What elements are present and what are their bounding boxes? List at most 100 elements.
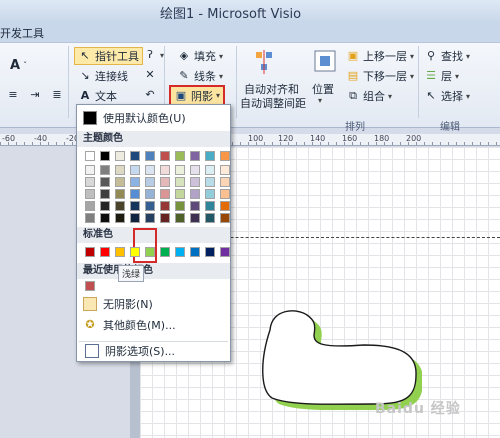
theme-color-swatch[interactable] bbox=[100, 151, 110, 161]
theme-color-swatch[interactable] bbox=[160, 201, 170, 211]
theme-color-swatch[interactable] bbox=[160, 165, 170, 175]
close-icon[interactable]: ✕ bbox=[143, 68, 157, 82]
rounded-shape[interactable] bbox=[252, 300, 422, 410]
theme-color-swatch[interactable] bbox=[190, 201, 200, 211]
theme-color-swatch[interactable] bbox=[175, 165, 185, 175]
theme-color-swatch[interactable] bbox=[175, 201, 185, 211]
theme-color-swatch[interactable] bbox=[220, 151, 230, 161]
no-shadow-item[interactable]: 无阴影(N) bbox=[77, 295, 230, 313]
line-button[interactable]: ✎ 线条 ▾ bbox=[177, 68, 223, 84]
theme-color-swatch[interactable] bbox=[205, 177, 215, 187]
layers-button[interactable]: ☰ 层 ▾ bbox=[424, 68, 459, 84]
theme-color-swatch[interactable] bbox=[205, 151, 215, 161]
shadow-button[interactable]: ▣ 阴影 ▾ bbox=[169, 85, 226, 106]
theme-color-swatch[interactable] bbox=[145, 165, 155, 175]
theme-color-swatch[interactable] bbox=[190, 165, 200, 175]
bring-forward-button[interactable]: ▣ 上移一层 ▾ bbox=[346, 48, 414, 64]
theme-color-swatch[interactable] bbox=[190, 189, 200, 199]
standard-color-swatch[interactable] bbox=[220, 247, 230, 257]
find-button[interactable]: ⚲ 查找 ▾ bbox=[424, 48, 470, 64]
theme-color-swatch[interactable] bbox=[130, 177, 140, 187]
theme-color-swatch[interactable] bbox=[145, 201, 155, 211]
theme-color-swatch[interactable] bbox=[130, 165, 140, 175]
position-button[interactable]: 位置 bbox=[312, 81, 334, 97]
auto-align-icon[interactable] bbox=[254, 50, 276, 74]
font-size-icon[interactable]: Aˇ bbox=[10, 58, 27, 73]
auto-align-label-2[interactable]: 自动调整间距 bbox=[240, 95, 306, 111]
theme-color-swatch[interactable] bbox=[160, 213, 170, 223]
theme-color-swatch[interactable] bbox=[190, 151, 200, 161]
standard-color-swatch[interactable] bbox=[100, 247, 110, 257]
standard-color-swatch[interactable] bbox=[190, 247, 200, 257]
theme-color-swatch[interactable] bbox=[220, 189, 230, 199]
theme-color-swatch[interactable] bbox=[115, 213, 125, 223]
theme-color-swatch[interactable] bbox=[160, 151, 170, 161]
more-colors-item[interactable]: ✪ 其他颜色(M)... bbox=[77, 316, 230, 334]
recent-color-swatch[interactable] bbox=[85, 281, 95, 291]
theme-color-swatch[interactable] bbox=[145, 189, 155, 199]
theme-color-swatch[interactable] bbox=[175, 213, 185, 223]
theme-color-swatch[interactable] bbox=[85, 213, 95, 223]
text-button[interactable]: A 文本 bbox=[78, 88, 117, 104]
theme-color-swatch[interactable] bbox=[160, 177, 170, 187]
theme-color-swatch[interactable] bbox=[175, 177, 185, 187]
theme-color-swatch[interactable] bbox=[220, 213, 230, 223]
indent-icon[interactable]: ⇥ bbox=[28, 88, 42, 102]
standard-color-swatch[interactable] bbox=[115, 247, 125, 257]
fill-button[interactable]: ◈ 填充 ▾ bbox=[177, 48, 223, 64]
theme-color-swatch[interactable] bbox=[100, 189, 110, 199]
position-dropdown-icon[interactable]: ▾ bbox=[318, 96, 322, 105]
freeform-icon[interactable]: ʔ ▾ bbox=[143, 48, 164, 62]
theme-color-swatch[interactable] bbox=[85, 151, 95, 161]
align-left-icon[interactable]: ≡ bbox=[6, 88, 20, 102]
theme-color-swatch[interactable] bbox=[100, 213, 110, 223]
select-button[interactable]: ↖ 选择 ▾ bbox=[424, 88, 470, 104]
theme-color-swatch[interactable] bbox=[205, 213, 215, 223]
theme-color-swatch[interactable] bbox=[205, 201, 215, 211]
theme-color-swatch[interactable] bbox=[85, 201, 95, 211]
theme-color-swatch[interactable] bbox=[115, 151, 125, 161]
theme-color-swatch[interactable] bbox=[85, 189, 95, 199]
theme-color-swatch[interactable] bbox=[205, 189, 215, 199]
theme-color-swatch[interactable] bbox=[220, 201, 230, 211]
undo-icon[interactable]: ↶ bbox=[143, 88, 157, 102]
paragraph-icon[interactable]: ≣ bbox=[50, 88, 64, 102]
theme-color-swatch[interactable] bbox=[115, 165, 125, 175]
theme-color-swatch[interactable] bbox=[100, 177, 110, 187]
use-default-color-item[interactable]: 使用默认颜色(U) bbox=[77, 109, 230, 127]
theme-color-swatch[interactable] bbox=[130, 213, 140, 223]
theme-color-swatch[interactable] bbox=[145, 213, 155, 223]
position-icon[interactable] bbox=[314, 50, 336, 72]
theme-color-swatch[interactable] bbox=[100, 165, 110, 175]
theme-color-swatch[interactable] bbox=[145, 177, 155, 187]
theme-color-swatch[interactable] bbox=[85, 165, 95, 175]
group-button[interactable]: ⧉ 组合 ▾ bbox=[346, 88, 392, 104]
theme-color-swatch[interactable] bbox=[175, 151, 185, 161]
theme-color-swatch[interactable] bbox=[115, 189, 125, 199]
tab-developer[interactable]: 开发工具 bbox=[0, 25, 44, 41]
theme-color-swatch[interactable] bbox=[160, 189, 170, 199]
theme-color-swatch[interactable] bbox=[205, 165, 215, 175]
theme-color-swatch[interactable] bbox=[145, 151, 155, 161]
shadow-options-item[interactable]: 阴影选项(S)... bbox=[79, 341, 228, 359]
standard-color-swatch[interactable] bbox=[160, 247, 170, 257]
theme-color-swatch[interactable] bbox=[130, 189, 140, 199]
standard-color-swatch[interactable] bbox=[205, 247, 215, 257]
theme-color-swatch[interactable] bbox=[190, 177, 200, 187]
theme-color-swatch[interactable] bbox=[190, 213, 200, 223]
theme-color-swatch[interactable] bbox=[100, 201, 110, 211]
pointer-tool-button[interactable]: ↖ 指针工具 bbox=[74, 47, 143, 65]
theme-color-swatch[interactable] bbox=[220, 177, 230, 187]
theme-color-swatch[interactable] bbox=[175, 189, 185, 199]
theme-color-swatch[interactable] bbox=[85, 177, 95, 187]
theme-color-swatch[interactable] bbox=[115, 177, 125, 187]
selected-standard-color-swatch[interactable] bbox=[145, 247, 155, 257]
connector-button[interactable]: ↘ 连接线 bbox=[78, 68, 128, 84]
standard-color-swatch[interactable] bbox=[85, 247, 95, 257]
standard-color-swatch[interactable] bbox=[175, 247, 185, 257]
theme-color-swatch[interactable] bbox=[130, 201, 140, 211]
send-backward-button[interactable]: ▤ 下移一层 ▾ bbox=[346, 68, 414, 84]
theme-color-swatch[interactable] bbox=[130, 151, 140, 161]
theme-color-swatch[interactable] bbox=[115, 201, 125, 211]
standard-color-swatch[interactable] bbox=[130, 247, 140, 257]
